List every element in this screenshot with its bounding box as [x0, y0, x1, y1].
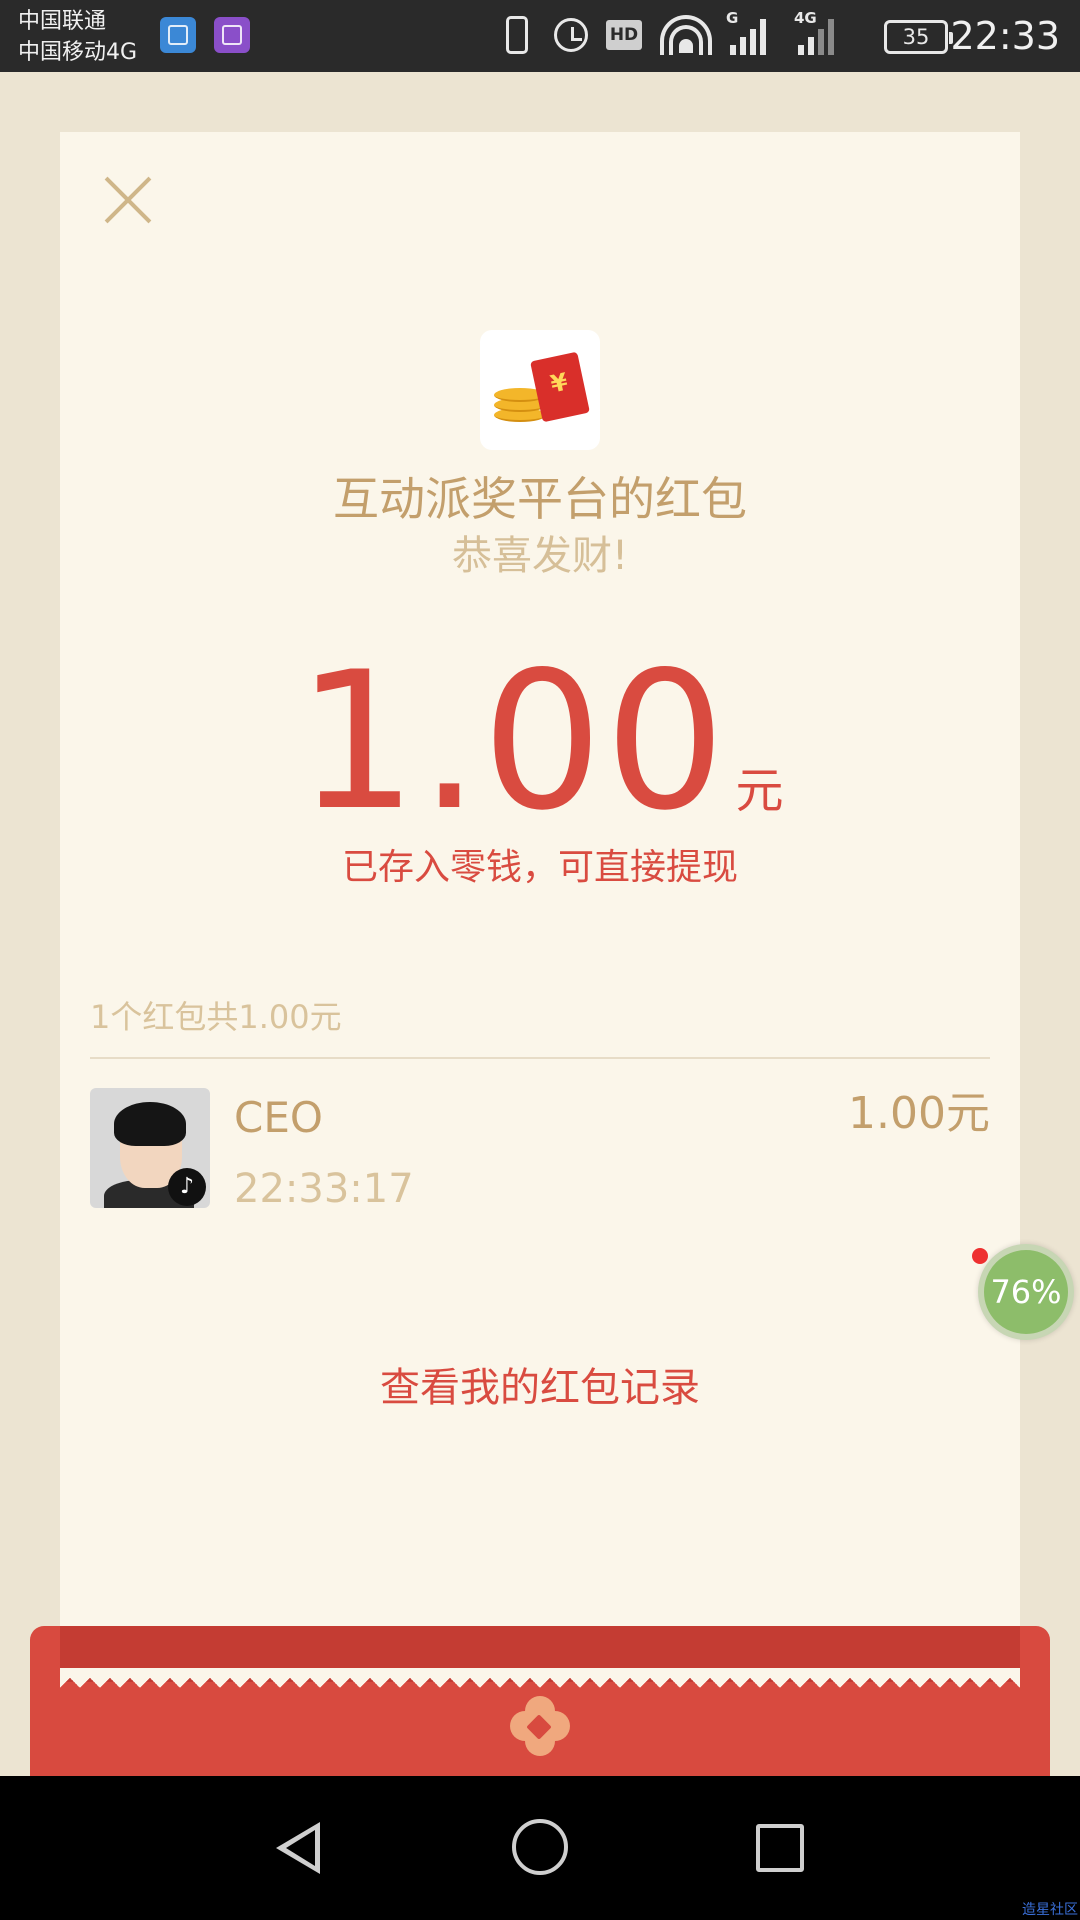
recents-icon[interactable] [756, 1824, 804, 1872]
hd-icon: HD [606, 20, 642, 50]
greeting-text: 恭喜发财! [451, 533, 629, 579]
avatar[interactable]: ♪ [90, 1088, 210, 1208]
carrier-2: 中国移动4G [18, 40, 138, 65]
carrier-1: 中国联通 [18, 9, 107, 34]
sender-title: 互动派奖平台的红包 [333, 472, 747, 526]
signal-1-label: G [726, 9, 739, 27]
divider [90, 1057, 990, 1059]
amount-unit: 元 [735, 763, 784, 819]
status-icons: HD G 4G [498, 9, 848, 60]
floating-usage-widget[interactable]: 76% [978, 1244, 1074, 1340]
sender-app-icon: ¥ [480, 330, 600, 450]
status-time: 22:33 [950, 14, 1060, 58]
view-records-link[interactable]: 查看我的红包记录 [60, 1360, 1020, 1416]
amount-display: 1.00 元 [60, 647, 1020, 837]
battery-icon: 35 [884, 20, 953, 54]
tiktok-badge-icon: ♪ [168, 1168, 206, 1206]
amount-value: 1.00 [296, 631, 728, 852]
saved-to-wallet-note[interactable]: 已存入零钱，可直接提现 [60, 842, 1020, 894]
flower-emblem-icon [510, 1696, 570, 1756]
notification-dot [972, 1248, 988, 1264]
receiver-amount: 1.00元 [848, 1088, 990, 1139]
vibrate-icon [506, 16, 528, 54]
carrier-labels: 中国联通 中国移动4G [18, 6, 137, 68]
signal-icon-sim2: 4G [794, 9, 848, 55]
red-packet-detail-card: ¥ 互动派奖平台的红包 恭喜发财! 1.00 元 已存入零钱，可直接提现 1个红包… [60, 132, 1020, 1688]
signal-2-label: 4G [794, 9, 817, 27]
status-bar: 中国联通 中国移动4G HD G 4G 35 22:33 [0, 0, 1080, 72]
zigzag-edge [60, 1668, 1020, 1688]
wifi-icon [660, 15, 712, 55]
watermark: 造星社区 [1022, 1902, 1078, 1918]
notification-app-icon [160, 17, 196, 53]
receive-time: 22:33:17 [234, 1166, 414, 1212]
gallery-notification-icon [214, 17, 250, 53]
back-icon[interactable] [272, 1822, 324, 1874]
alarm-icon [554, 18, 588, 52]
receiver-name: CEO [234, 1093, 323, 1142]
signal-icon-sim1: G [726, 9, 780, 55]
packet-summary: 1个红包共1.00元 [90, 998, 342, 1036]
close-icon[interactable] [102, 174, 154, 226]
home-icon[interactable] [512, 1819, 568, 1875]
